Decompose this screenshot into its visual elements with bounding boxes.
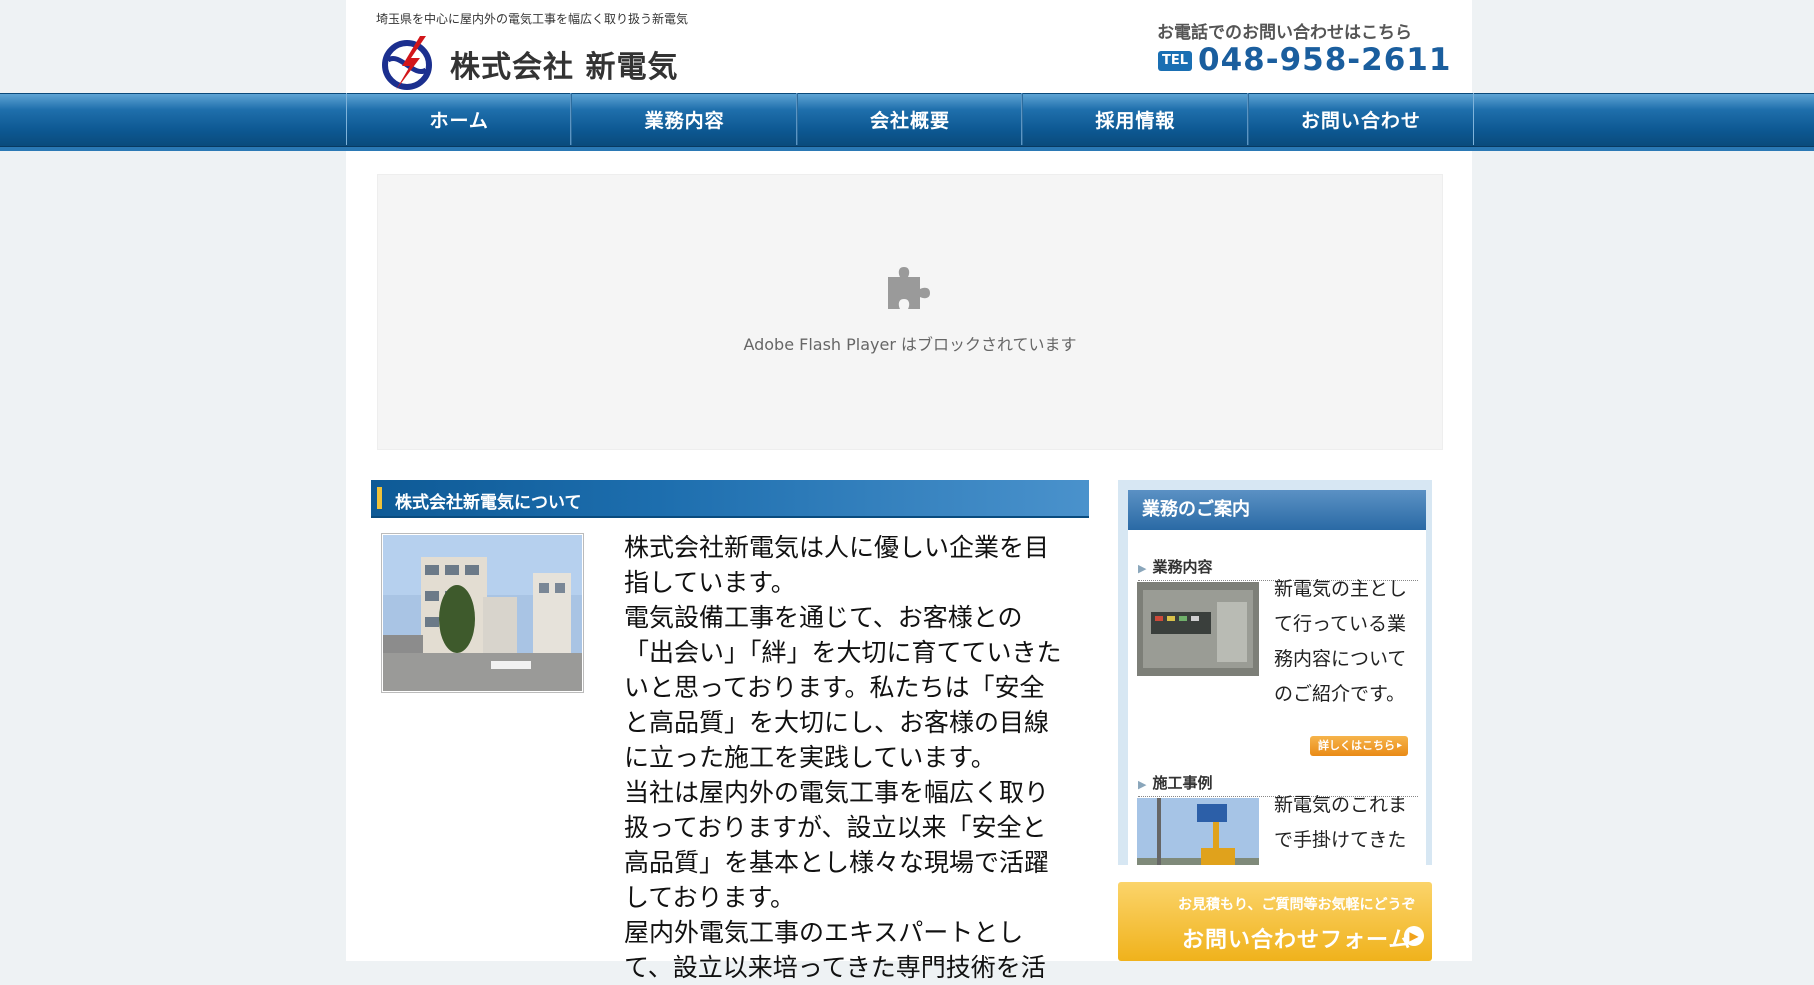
company-name: 株式会社 新電気 xyxy=(450,50,679,85)
sidebar-title: 業務のご案内 xyxy=(1128,490,1426,530)
nav-item-company[interactable]: 会社概要 xyxy=(798,93,1024,145)
nav-item-contact[interactable]: お問い合わせ xyxy=(1249,93,1473,145)
services-photo xyxy=(1137,582,1259,676)
intro-paragraph: 電気設備工事を通じて、お客様との「出会い」「絆」を大切に育てていきたいと思ってお… xyxy=(624,603,1062,772)
sidebar-section-text: 新電気のこれまで手掛けてきた施工実績をご紹 xyxy=(1274,794,1408,865)
details-button[interactable]: 詳しくはこちら xyxy=(1310,736,1408,756)
intro-paragraph: 屋内外電気工事のエキスパートとして、設立以来培ってきた専門技術を活 xyxy=(624,918,1046,982)
intro-paragraph: 当社は屋内外の電気工事を幅広く取り扱っておりますが、設立以来「安全と高品質」を基… xyxy=(624,778,1050,912)
nav-item-recruit[interactable]: 採用情報 xyxy=(1023,93,1249,145)
site-tagline: 埼玉県を中心に屋内外の電気工事を幅広く取り扱う新電気 xyxy=(376,12,689,26)
company-building-photo xyxy=(381,533,584,693)
arrow-right-icon: ▶ xyxy=(1404,926,1424,946)
nav-item-home[interactable]: ホーム xyxy=(347,93,573,145)
tel-badge: TEL xyxy=(1158,51,1192,71)
intro-paragraph: 株式会社新電気は人に優しい企業を目指しています。 xyxy=(624,533,1050,597)
sidebar: 業務のご案内 ▶ 業務内容 新電気の主として行っている業務内容についてのご紹介です… xyxy=(1118,480,1432,865)
chevron-right-icon: ▶ xyxy=(1138,778,1147,791)
intro-text: 株式会社新電気は人に優しい企業を目指しています。 電気設備工事を通じて、お客様と… xyxy=(624,530,1064,985)
sidebar-section-text: 新電気の主として行っている業務内容についてのご紹介です。 xyxy=(1274,578,1408,705)
construction-photo xyxy=(1137,798,1259,865)
phone-number[interactable]: 048-958-2611 xyxy=(1198,42,1451,78)
sidebar-panel: 業務のご案内 ▶ 業務内容 新電気の主として行っている業務内容についてのご紹介です… xyxy=(1128,490,1426,865)
section-heading: 株式会社新電気について xyxy=(371,480,1089,518)
puzzle-icon xyxy=(888,267,930,309)
nav-item-services[interactable]: 業務内容 xyxy=(572,93,798,145)
flash-message: Adobe Flash Player はブロックされています xyxy=(743,335,1077,354)
contact-banner-title: お問い合わせフォーム xyxy=(1182,928,1412,953)
contact-banner-subtext: お見積もり、ご質問等お気軽にどうぞ xyxy=(1178,897,1416,913)
flash-placeholder[interactable]: Adobe Flash Player はブロックされています xyxy=(377,174,1443,450)
section-heading-text: 株式会社新電気について xyxy=(395,493,582,513)
contact-form-banner[interactable]: お見積もり、ご質問等お気軽にどうぞ お問い合わせフォーム ▶ xyxy=(1118,882,1432,961)
sidebar-section-heading-text: 業務内容 xyxy=(1152,558,1213,576)
main-nav: ホーム 業務内容 会社概要 採用情報 お問い合わせ xyxy=(346,93,1474,145)
heading-accent-bar xyxy=(377,487,382,509)
chevron-right-icon: ▶ xyxy=(1138,562,1147,575)
company-logo[interactable] xyxy=(380,34,438,92)
sidebar-section-heading-text: 施工事例 xyxy=(1152,774,1213,792)
contact-label: お電話でのお問い合わせはこちら xyxy=(1157,23,1412,43)
